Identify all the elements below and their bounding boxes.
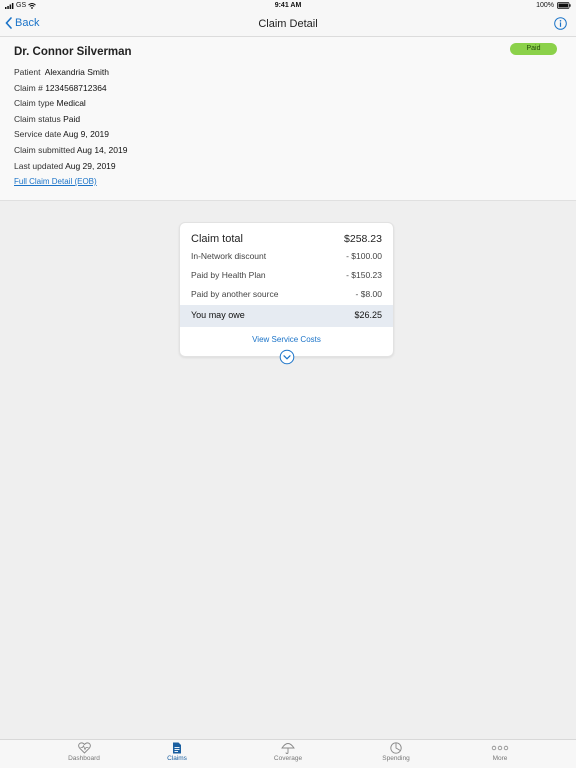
tab-dashboard[interactable]: Dashboard [44,742,124,762]
line-value: - $100.00 [346,251,382,261]
detail-row-last-updated: Last updated Aug 29, 2019 [14,159,127,175]
detail-row-service-date: Service date Aug 9, 2019 [14,127,127,143]
claim-total-row: Claim total $258.23 [191,233,382,245]
detail-value: Aug 9, 2019 [63,129,110,140]
detail-row-patient: Patient Alexandria Smith [14,65,127,81]
line-label: Paid by another source [191,289,279,299]
detail-label: Service date [14,129,62,140]
owe-label: You may owe [191,310,245,320]
you-may-owe-row: You may owe $26.25 [191,310,382,320]
page-title: Claim Detail [258,18,318,30]
owe-value: $26.25 [354,310,382,320]
chevron-down-circle-icon [279,349,295,365]
claim-details: Patient Alexandria Smith Claim # 1234568… [14,65,127,174]
detail-value: Aug 29, 2019 [65,160,116,171]
pie-chart-icon [390,742,402,754]
tab-label: Spending [382,755,410,762]
tab-label: Coverage [273,755,303,762]
navigation-bar: Back Claim Detail [0,12,576,37]
view-service-costs-link[interactable]: View Service Costs [180,335,393,344]
detail-label: Last updated [14,160,64,171]
detail-label: Claim status [14,113,61,124]
detail-row-claim-type: Claim type Medical [14,96,127,112]
tab-more[interactable]: More [460,742,540,762]
info-button[interactable] [554,17,567,35]
detail-value: Aug 14, 2019 [76,144,128,155]
expand-button[interactable] [279,349,295,365]
line-in-network-discount: In-Network discount - $100.00 [191,251,382,261]
document-icon [173,742,181,754]
battery-percent: 100% [536,2,554,9]
cost-summary-card: Claim total $258.23 In-Network discount … [179,222,394,365]
line-label: Paid by Health Plan [191,270,266,280]
tab-claims[interactable]: Claims [137,742,217,762]
tab-spending[interactable]: Spending [356,742,436,762]
line-label: In-Network discount [191,251,267,261]
detail-value: Medical [56,98,86,109]
line-value: - $150.23 [346,270,382,280]
status-time: 9:41 AM [274,2,302,9]
line-value: - $8.00 [355,289,382,299]
line-paid-by-health-plan: Paid by Health Plan - $150.23 [191,270,382,280]
claim-header: Dr. Connor Silverman Paid Patient Alexan… [0,37,576,201]
status-bar: GS 9:41 AM 100% [0,0,576,12]
line-paid-by-another-source: Paid by another source - $8.00 [191,289,382,299]
detail-value: Paid [63,113,81,124]
tab-label: Dashboard [68,755,100,762]
detail-label: Claim submitted [14,144,75,155]
detail-row-submitted: Claim submitted Aug 14, 2019 [14,143,127,159]
detail-row-claim-number: Claim # 1234568712364 [14,81,127,97]
ellipsis-icon [491,745,509,751]
you-may-owe-bar: You may owe $26.25 [180,305,393,327]
umbrella-icon [281,743,295,754]
detail-value: 1234568712364 [45,82,107,93]
tab-bar: Dashboard Claims Coverage Spending More [0,739,576,768]
claim-total-label: Claim total [191,233,243,245]
detail-row-claim-status: Claim status Paid [14,112,127,128]
tab-label: More [492,755,508,762]
detail-label: Claim # [14,82,43,93]
detail-label: Patient [14,67,41,77]
status-badge: Paid [510,43,557,55]
claim-total-value: $258.23 [344,233,382,245]
battery-icon [557,2,571,9]
eob-link[interactable]: Full Claim Detail (EOB) [14,177,97,186]
tab-coverage[interactable]: Coverage [248,742,328,762]
heart-pulse-icon [77,742,91,754]
tab-label: Claims [167,755,187,762]
status-right: 100% [536,2,571,9]
info-icon [554,17,567,30]
detail-label: Claim type [14,98,55,109]
detail-value: Alexandria Smith [44,67,109,77]
provider-name: Dr. Connor Silverman [14,46,132,58]
